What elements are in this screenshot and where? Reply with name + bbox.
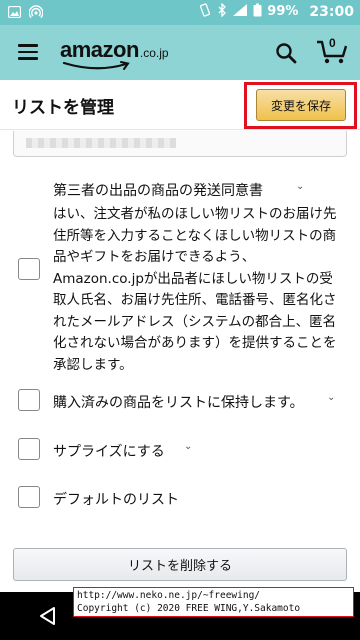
status-bar: 99% 23:00 [0,0,360,25]
cart-icon[interactable]: 0 [316,36,348,66]
checkbox-seller-shipping-consent[interactable] [18,258,40,280]
signal-icon [232,3,248,20]
delete-list-button[interactable]: リストを削除する [13,548,347,581]
battery-icon [253,3,262,20]
logo-text: amazon [60,37,139,62]
back-icon[interactable] [38,606,58,630]
list-settings-panel[interactable]: 第三者の出品の商品の発送同意書 ⌄ はい、注文者が私のほしい物リストのお届け先住… [0,131,360,591]
logo-suffix: .co.jp [139,46,169,60]
save-changes-button[interactable]: 変更を保存 [256,89,346,121]
search-icon[interactable] [275,42,297,64]
smile-arrow-icon [62,61,130,70]
consent-description: はい、注文者が私のほしい物リストのお届け先住所等を入力することなくほしい物リスト… [53,206,337,373]
cart-count: 0 [329,36,336,50]
hamburger-menu-icon[interactable] [18,44,38,60]
chevron-down-icon[interactable]: ⌄ [327,392,335,403]
checkbox-surprise[interactable] [18,438,40,460]
chevron-down-icon[interactable]: ⌄ [184,441,192,452]
option-label-keep-purchased-items: 購入済みの商品をリストに保持します。 [53,395,304,411]
chevron-down-icon[interactable]: ⌄ [296,181,304,192]
status-system: 99% 23:00 [198,2,354,20]
option-label-default-list: デフォルトのリスト [53,492,179,508]
amazon-logo[interactable]: amazon.co.jp [60,37,169,70]
watermark-url: http://www.neko.ne.jp/~freewing/ [77,590,261,601]
option-label-seller-shipping-consent: 第三者の出品の商品の発送同意書 [53,183,263,199]
status-notifications [7,5,44,22]
checkbox-default-list[interactable] [18,486,40,508]
copyright-watermark: http://www.neko.ne.jp/~freewing/ Copyrig… [73,587,354,617]
option-label-surprise: サプライズにする [53,444,165,460]
hotspot-icon [28,5,44,22]
clock: 23:00 [309,3,354,20]
app-header: amazon.co.jp 0 [0,25,360,80]
blurred-value [26,138,176,148]
watermark-copyright: Copyright (c) 2020 FREE WING,Y.Sakamoto [77,603,301,614]
bluetooth-icon [217,2,227,20]
checkbox-keep-purchased-items[interactable] [18,389,40,411]
image-notification-icon [7,5,22,21]
vibrate-icon [198,3,212,20]
list-name-field[interactable] [13,131,347,157]
page-title: リストを管理 [12,98,114,118]
battery-percent: 99% [267,4,299,19]
title-bar: リストを管理 変更を保存 [0,80,360,130]
